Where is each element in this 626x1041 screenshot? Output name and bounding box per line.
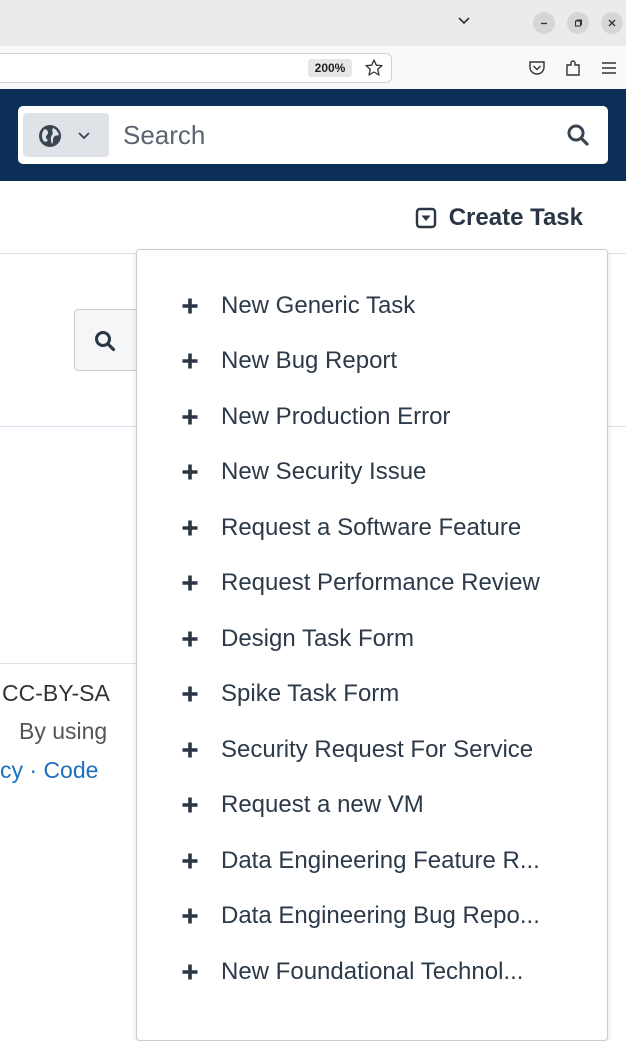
dropdown-menu-item[interactable]: New Bug Report [137, 334, 607, 390]
dropdown-menu-item-label: Request a new VM [221, 791, 424, 819]
plus-icon [182, 686, 198, 702]
minimize-icon[interactable] [533, 12, 555, 34]
dropdown-menu-item[interactable]: Data Engineering Bug Repo... [137, 889, 607, 945]
dropdown-menu-item-label: Data Engineering Bug Repo... [221, 902, 540, 930]
restore-icon[interactable] [567, 12, 589, 34]
dropdown-menu-item-label: Design Task Form [221, 624, 414, 652]
plus-icon [182, 298, 198, 314]
dropdown-menu-item[interactable]: New Security Issue [137, 445, 607, 501]
dropdown-menu-item[interactable]: Request a Software Feature [137, 500, 607, 556]
footer-links[interactable]: cy · Code [0, 757, 98, 784]
search-icon[interactable] [566, 123, 590, 147]
footer-divider [0, 663, 140, 664]
dropdown-menu-item[interactable]: Request Performance Review [137, 556, 607, 612]
dropdown-menu-list: New Generic Task New Bug Report New Produc… [137, 278, 607, 1000]
zoom-level-badge[interactable]: 200% [308, 59, 352, 77]
search-icon [95, 331, 116, 352]
create-task-dropdown: New Generic Task New Bug Report New Produc… [136, 249, 608, 1041]
dropdown-menu-item[interactable]: New Production Error [137, 389, 607, 445]
plus-icon [182, 464, 198, 480]
dropdown-menu-item-label: Request a Software Feature [221, 513, 522, 541]
pocket-icon[interactable] [526, 58, 548, 78]
dropdown-menu-item-label: New Generic Task [221, 291, 416, 319]
tab-list-chevron-icon[interactable] [455, 12, 473, 30]
url-bar[interactable]: 200% [0, 53, 392, 83]
create-task-button[interactable]: Create Task [415, 200, 583, 236]
chevron-down-icon [78, 132, 90, 140]
plus-icon [182, 520, 198, 536]
dropdown-menu-item-label: Security Request For Service [221, 735, 534, 763]
dropdown-menu-item[interactable]: Data Engineering Feature R... [137, 833, 607, 889]
close-window-icon[interactable] [601, 12, 623, 34]
menu-hamburger-icon[interactable] [598, 58, 620, 78]
create-task-label: Create Task [448, 204, 583, 231]
bookmark-star-icon[interactable] [364, 58, 384, 78]
footer-license-text: CC-BY-SA [2, 680, 110, 706]
plus-icon [182, 797, 198, 813]
dropdown-menu-item-label: Request Performance Review [221, 569, 540, 597]
plus-icon [182, 964, 198, 980]
dropdown-menu-item-label: Spike Task Form [221, 680, 400, 708]
plus-icon [182, 353, 198, 369]
footer-terms-text: By using [19, 718, 108, 744]
caret-square-down-icon [415, 207, 436, 229]
site-header: Search [0, 89, 626, 181]
dropdown-menu-item[interactable]: Design Task Form [137, 611, 607, 667]
dropdown-menu-item-label: Data Engineering Feature R... [221, 846, 540, 874]
dropdown-menu-item[interactable]: Request a new VM [137, 778, 607, 834]
dropdown-menu-item-label: New Security Issue [221, 458, 427, 486]
language-selector[interactable] [23, 113, 109, 157]
plus-icon [182, 409, 198, 425]
plus-icon [182, 631, 198, 647]
extensions-icon[interactable] [562, 58, 584, 78]
dropdown-menu-item[interactable]: Spike Task Form [137, 667, 607, 723]
plus-icon [182, 853, 198, 869]
dropdown-menu-item[interactable]: New Generic Task [137, 278, 607, 334]
globe-icon [39, 125, 61, 147]
dropdown-menu-item[interactable]: New Foundational Technol... [137, 944, 607, 1000]
dropdown-menu-item-label: New Production Error [221, 402, 451, 430]
search-bar[interactable]: Search [18, 106, 608, 164]
plus-icon [182, 575, 198, 591]
plus-icon [182, 742, 198, 758]
plus-icon [182, 908, 198, 924]
search-input[interactable]: Search [123, 106, 205, 164]
browser-titlebar [0, 0, 626, 46]
dropdown-menu-item[interactable]: Security Request For Service [137, 722, 607, 778]
dropdown-menu-item-label: New Foundational Technol... [221, 957, 524, 985]
dropdown-menu-item-label: New Bug Report [221, 347, 398, 375]
